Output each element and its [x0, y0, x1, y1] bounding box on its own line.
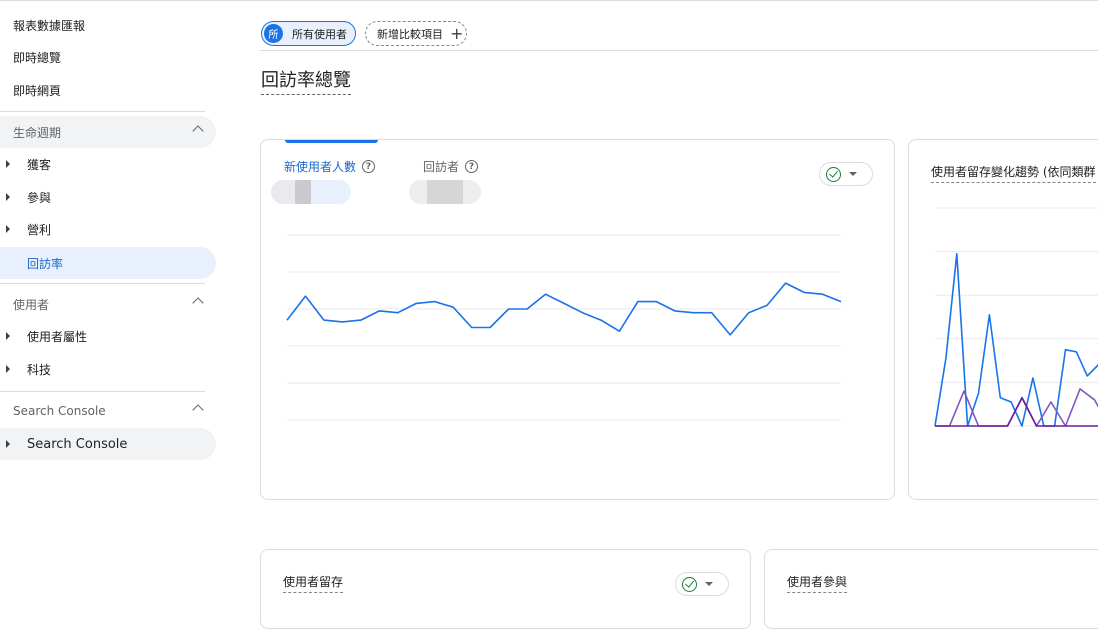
sidebar-item-label: Search Console [27, 436, 128, 452]
sidebar-item-label: 即時網頁 [13, 83, 62, 98]
plus-icon: + [450, 23, 464, 43]
overview-card: 新使用者人數 ? 回訪者 ? [260, 139, 895, 500]
top-border [0, 0, 1098, 3]
section-label: Search Console [13, 404, 106, 418]
sidebar-section-lifecycle[interactable]: 生命週期 [0, 116, 216, 148]
sidebar-item-label: 使用者屬性 [27, 329, 88, 344]
sidebar-section-user[interactable]: 使用者 [0, 288, 216, 320]
sidebar-divider [0, 111, 205, 112]
sidebar: 報表數據匯報 即時總覽 即時網頁 生命週期 獲客 參與 營利 回訪率 使用者 使… [0, 6, 222, 612]
overview-line-chart [286, 234, 842, 421]
sidebar-item-acquisition[interactable]: 獲客 [0, 148, 216, 180]
sidebar-item-label: 報表數據匯報 [13, 18, 86, 33]
engagement-card: 使用者參與 [764, 549, 1098, 629]
segment-badge: 所 [264, 24, 283, 43]
card-title: 使用者留存 [283, 573, 344, 593]
sidebar-section-search-console[interactable]: Search Console [0, 395, 216, 427]
sidebar-item-retention[interactable]: 回訪率 [0, 247, 216, 279]
add-comparison-button[interactable]: 新增比較項目 + [365, 21, 467, 46]
segment-label: 所有使用者 [292, 27, 347, 41]
header-divider [260, 50, 1098, 51]
section-label: 生命週期 [13, 125, 62, 140]
sidebar-item-label: 即時總覽 [13, 50, 62, 65]
add-comparison-label: 新增比較項目 [377, 27, 443, 41]
chevron-up-icon [192, 125, 204, 137]
retention-trend-card: 使用者留存變化趨勢 (依同類群 [908, 139, 1098, 500]
card-title: 使用者參與 [787, 573, 848, 593]
compare-status-button[interactable] [675, 572, 729, 596]
sidebar-item-label: 回訪率 [27, 256, 64, 271]
sidebar-item-label: 參與 [27, 190, 52, 205]
sidebar-item-label: 科技 [27, 362, 52, 377]
sidebar-item-label: 獲客 [27, 157, 52, 172]
sidebar-item-tech[interactable]: 科技 [0, 353, 216, 385]
caret-right-icon [6, 193, 10, 201]
segment-chip-all-users[interactable]: 所 所有使用者 [261, 21, 356, 46]
caret-right-icon [6, 440, 10, 448]
check-circle-icon [682, 576, 697, 592]
sidebar-item-search-console[interactable]: Search Console [0, 428, 216, 460]
sidebar-item-report-snapshot[interactable]: 報表數據匯報 [0, 9, 216, 41]
sidebar-item-engagement[interactable]: 參與 [0, 181, 216, 213]
sidebar-divider [0, 391, 205, 392]
dropdown-arrow-icon [705, 582, 713, 586]
retention-card: 使用者留存 [260, 549, 751, 629]
sidebar-item-user-attributes[interactable]: 使用者屬性 [0, 320, 216, 352]
sidebar-item-realtime-pages[interactable]: 即時網頁 [0, 74, 216, 106]
sidebar-divider [0, 283, 205, 284]
caret-right-icon [6, 365, 10, 373]
sidebar-item-realtime-overview[interactable]: 即時總覽 [0, 41, 216, 73]
caret-right-icon [6, 332, 10, 340]
sidebar-item-label: 營利 [27, 222, 52, 237]
caret-right-icon [6, 160, 10, 168]
chevron-up-icon [192, 404, 204, 416]
caret-right-icon [6, 225, 10, 233]
page-title: 回訪率總覽 [261, 66, 351, 95]
retention-trend-chart [934, 207, 1098, 427]
section-label: 使用者 [13, 297, 50, 312]
sidebar-item-monetization[interactable]: 營利 [0, 213, 216, 245]
chevron-up-icon [192, 297, 204, 309]
